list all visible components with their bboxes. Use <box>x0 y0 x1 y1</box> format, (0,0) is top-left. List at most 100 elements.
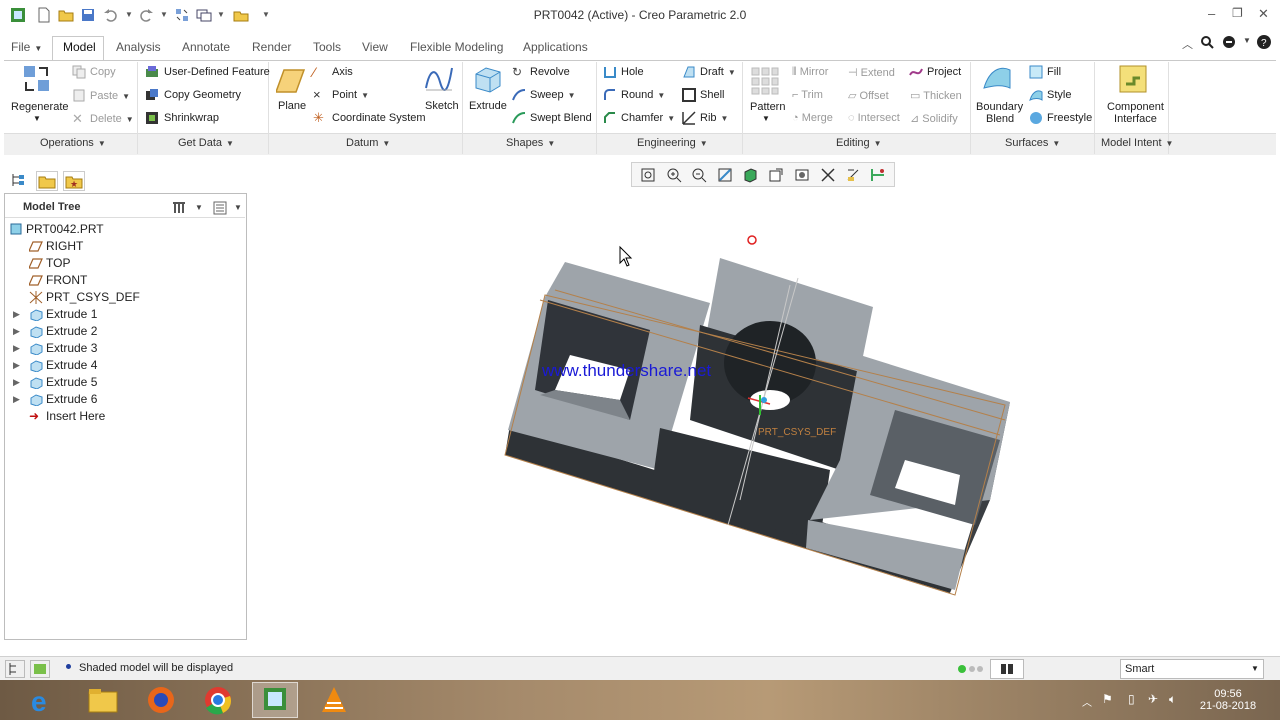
favorites-tab-icon[interactable]: ★ <box>63 171 85 191</box>
axis-button[interactable]: Axis <box>332 66 353 78</box>
boundary-blend-large-icon[interactable] <box>982 64 1012 94</box>
delete-button[interactable]: Delete ▼ <box>90 113 134 125</box>
shrinkwrap-button[interactable]: Shrinkwrap <box>164 112 219 124</box>
graphics-window[interactable]: www.thundershare.net PRT_CSYS_DEF <box>250 195 1280 653</box>
paste-button[interactable]: Paste ▼ <box>90 90 130 102</box>
extend-button[interactable]: ⊣ Extend <box>848 66 895 79</box>
tab-flexible-modeling[interactable]: Flexible Modeling <box>410 40 503 54</box>
tree-settings-dropdown-icon[interactable]: ▼ <box>195 203 203 212</box>
selection-filter-select[interactable]: Smart ▼ <box>1120 659 1264 679</box>
copy-geometry-button[interactable]: Copy Geometry <box>164 89 241 101</box>
refit-icon[interactable] <box>640 167 656 186</box>
extrude-large-icon[interactable] <box>472 64 502 94</box>
search-icon[interactable] <box>1200 35 1214 52</box>
sketch-large-icon[interactable] <box>424 64 454 94</box>
regenerate-dropdown-icon[interactable]: ▼ <box>33 114 41 123</box>
expand-arrow-icon[interactable]: ▶ <box>13 343 20 354</box>
merge-button[interactable]: ◔ Merge <box>792 112 833 124</box>
restore-button[interactable]: ❐ <box>1232 6 1243 20</box>
expand-arrow-icon[interactable]: ▶ <box>13 377 20 388</box>
boundary-blend-button[interactable]: Boundary Blend <box>976 101 1023 125</box>
display-style-icon[interactable] <box>742 167 758 186</box>
group-engineering[interactable]: Engineering ▼ <box>637 137 708 149</box>
tab-tools[interactable]: Tools <box>313 40 341 54</box>
plane-large-icon[interactable] <box>274 66 306 96</box>
expand-arrow-icon[interactable]: ▶ <box>13 394 20 405</box>
group-surfaces[interactable]: Surfaces ▼ <box>1005 137 1060 149</box>
tree-settings-icon[interactable] <box>171 200 187 219</box>
show-dropdown-icon[interactable]: ▼ <box>234 203 242 212</box>
draft-button[interactable]: Draft ▼ <box>700 66 736 78</box>
tab-render[interactable]: Render <box>252 40 291 54</box>
show-icon[interactable] <box>212 200 228 219</box>
group-editing[interactable]: Editing ▼ <box>836 137 882 149</box>
trim-button[interactable]: ⌐ Trim <box>792 89 823 101</box>
mirror-button[interactable]: ⫴ Mirror <box>792 66 828 79</box>
solidify-button[interactable]: ⊿ Solidify <box>910 112 958 125</box>
style-button[interactable]: Style <box>1047 89 1071 101</box>
vlc-icon[interactable] <box>317 684 351 716</box>
internet-explorer-icon[interactable]: e <box>28 684 62 717</box>
toggle-navigator-icon[interactable] <box>5 660 25 678</box>
copy-button[interactable]: Copy <box>90 66 116 78</box>
file-explorer-icon[interactable] <box>86 684 120 716</box>
group-operations[interactable]: Operations ▼ <box>40 137 106 149</box>
chrome-icon[interactable] <box>201 684 235 716</box>
show-hidden-icons-icon[interactable]: ︿ <box>1082 694 1092 709</box>
project-button[interactable]: Project <box>927 66 961 78</box>
swept-blend-button[interactable]: Swept Blend <box>530 112 592 124</box>
community-icon[interactable] <box>1222 35 1238 52</box>
plane-button[interactable]: Plane <box>278 100 306 112</box>
view-manager-icon[interactable] <box>794 167 810 186</box>
annotation-display-icon[interactable] <box>870 167 886 186</box>
tab-analysis[interactable]: Analysis <box>116 40 161 54</box>
group-model-intent[interactable]: Model Intent ▼ <box>1101 137 1173 149</box>
revolve-button[interactable]: Revolve <box>530 66 570 78</box>
minimize-button[interactable]: – <box>1208 6 1215 21</box>
toggle-browser-icon[interactable] <box>30 660 50 678</box>
help-icon[interactable]: ? <box>1256 34 1272 53</box>
creo-taskbar-button[interactable] <box>252 682 298 718</box>
clock[interactable]: 09:56 21-08-2018 <box>1196 688 1260 712</box>
user-defined-feature-button[interactable]: User-Defined Feature <box>164 66 270 78</box>
extrude-button[interactable]: Extrude <box>469 100 507 112</box>
chamfer-button[interactable]: Chamfer ▼ <box>621 112 675 124</box>
action-center-icon[interactable]: ⚑ <box>1102 692 1113 706</box>
tab-file[interactable]: File ▼ <box>11 40 42 54</box>
group-shapes[interactable]: Shapes ▼ <box>506 137 555 149</box>
expand-arrow-icon[interactable]: ▶ <box>13 360 20 371</box>
point-button[interactable]: Point ▼ <box>332 89 369 101</box>
fill-button[interactable]: Fill <box>1047 66 1061 78</box>
rib-button[interactable]: Rib ▼ <box>700 112 728 124</box>
pattern-button[interactable]: Pattern <box>750 101 785 113</box>
collapse-ribbon-icon[interactable]: ︿ <box>1182 36 1193 52</box>
airplane-mode-icon[interactable]: ✈ <box>1148 692 1158 706</box>
intersect-button[interactable]: ◌ Intersect <box>848 112 900 124</box>
community-dropdown-icon[interactable]: ▼ <box>1243 36 1251 45</box>
regenerate-button[interactable]: Regenerate <box>11 101 69 113</box>
datum-display-filters-icon[interactable] <box>820 167 836 186</box>
group-datum[interactable]: Datum ▼ <box>346 137 390 149</box>
zoom-out-icon[interactable] <box>691 167 707 186</box>
hole-button[interactable]: Hole <box>621 66 644 78</box>
expand-arrow-icon[interactable]: ▶ <box>13 309 20 320</box>
shell-button[interactable]: Shell <box>700 89 724 101</box>
tab-view[interactable]: View <box>362 40 388 54</box>
freestyle-button[interactable]: Freestyle <box>1047 112 1092 124</box>
folder-browser-tab-icon[interactable] <box>36 171 58 191</box>
model-tree-tab-icon[interactable] <box>10 172 26 191</box>
tab-model[interactable]: Model <box>63 40 96 54</box>
sketch-button[interactable]: Sketch <box>425 100 459 112</box>
pattern-large-icon[interactable] <box>750 66 780 96</box>
expand-arrow-icon[interactable]: ▶ <box>13 326 20 337</box>
tab-annotate[interactable]: Annotate <box>182 40 230 54</box>
offset-button[interactable]: ▱ Offset <box>848 89 889 102</box>
battery-icon[interactable]: ▯ <box>1128 692 1135 706</box>
volume-icon[interactable]: 🔈︎ <box>1169 692 1176 707</box>
zoom-in-icon[interactable] <box>666 167 682 186</box>
firefox-icon[interactable] <box>144 684 178 716</box>
close-button[interactable]: ✕ <box>1258 6 1269 22</box>
coordinate-system-button[interactable]: Coordinate System <box>332 112 426 124</box>
pattern-dropdown-icon[interactable]: ▼ <box>762 114 770 123</box>
round-button[interactable]: Round ▼ <box>621 89 665 101</box>
